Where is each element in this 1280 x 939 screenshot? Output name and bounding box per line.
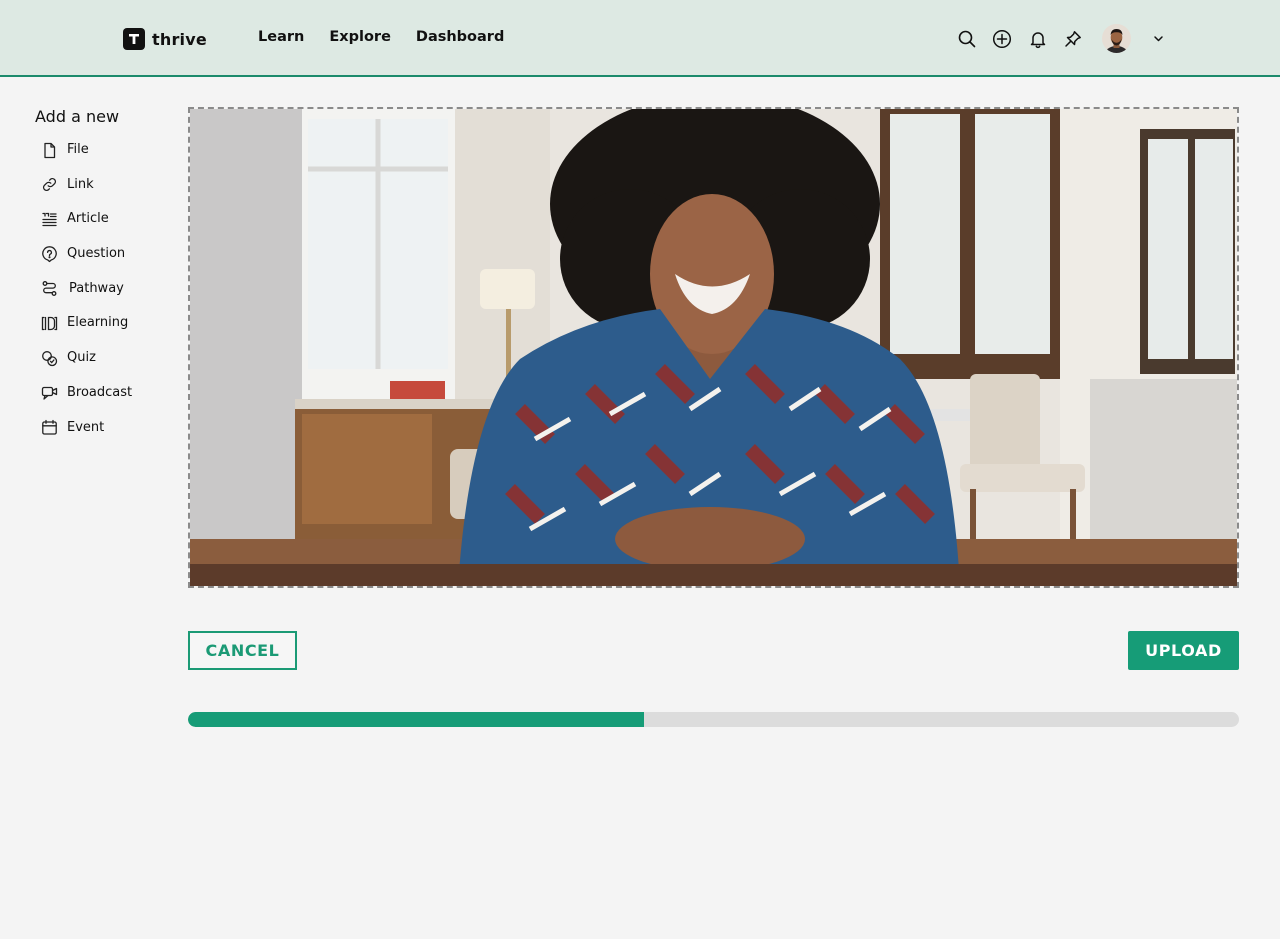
logo-mark-icon: [123, 28, 145, 50]
search-icon[interactable]: [956, 28, 978, 50]
pathway-icon: [40, 280, 58, 298]
sidebar-item-article[interactable]: Article: [40, 210, 132, 245]
upload-progress-fill: [188, 712, 645, 727]
sidebar-item-label: Broadcast: [67, 384, 133, 400]
user-avatar[interactable]: [1102, 24, 1131, 53]
video-thumbnail: [190, 109, 1237, 586]
sidebar-item-quiz[interactable]: Quiz: [40, 349, 132, 384]
sidebar-item-event[interactable]: Event: [40, 419, 132, 454]
question-icon: [40, 245, 58, 263]
bell-icon[interactable]: [1027, 28, 1049, 50]
add-circle-icon[interactable]: [991, 28, 1013, 50]
sidebar-item-elearning[interactable]: Elearning: [40, 314, 132, 349]
sidebar-item-label: Pathway: [69, 280, 124, 296]
main-nav: Learn Explore Dashboard: [258, 29, 529, 45]
nav-learn[interactable]: Learn: [258, 29, 304, 45]
nav-explore[interactable]: Explore: [329, 29, 391, 45]
add-new-title: Add a new: [35, 107, 120, 126]
upload-button[interactable]: UPLOAD: [1128, 631, 1239, 670]
sidebar-item-label: Event: [67, 419, 105, 435]
sidebar-item-link[interactable]: Link: [40, 176, 132, 211]
sidebar-item-broadcast[interactable]: Broadcast: [40, 384, 132, 419]
sidebar-item-label: Elearning: [67, 315, 129, 331]
upload-progress-bar: [188, 712, 1239, 727]
nav-dashboard[interactable]: Dashboard: [416, 29, 504, 45]
link-icon: [40, 176, 58, 194]
sidebar-item-file[interactable]: File: [40, 141, 132, 176]
cancel-button[interactable]: CANCEL: [188, 631, 297, 670]
content-type-list: File Link Article Question Pathway Elear…: [40, 141, 132, 453]
sidebar-item-label: File: [67, 142, 89, 157]
pin-icon[interactable]: [1062, 28, 1084, 50]
sidebar-item-label: Article: [67, 211, 109, 227]
broadcast-icon: [40, 384, 58, 402]
elearning-icon: [40, 314, 58, 332]
sidebar-item-question[interactable]: Question: [40, 245, 132, 280]
top-navigation-bar: thrive Learn Explore Dashboard: [0, 0, 1280, 77]
article-icon: [40, 210, 58, 228]
sidebar-item-pathway[interactable]: Pathway: [40, 280, 132, 315]
brand-name: thrive: [152, 29, 207, 49]
chevron-down-icon[interactable]: [1151, 31, 1166, 46]
sidebar-item-label: Question: [67, 246, 126, 262]
sidebar-item-label: Link: [67, 176, 94, 192]
calendar-icon: [40, 419, 58, 437]
media-preview-dropzone[interactable]: [188, 107, 1239, 588]
file-icon: [40, 141, 58, 159]
thrive-logo[interactable]: thrive: [123, 27, 207, 51]
quiz-icon: [40, 349, 58, 367]
sidebar-item-label: Quiz: [67, 350, 96, 366]
